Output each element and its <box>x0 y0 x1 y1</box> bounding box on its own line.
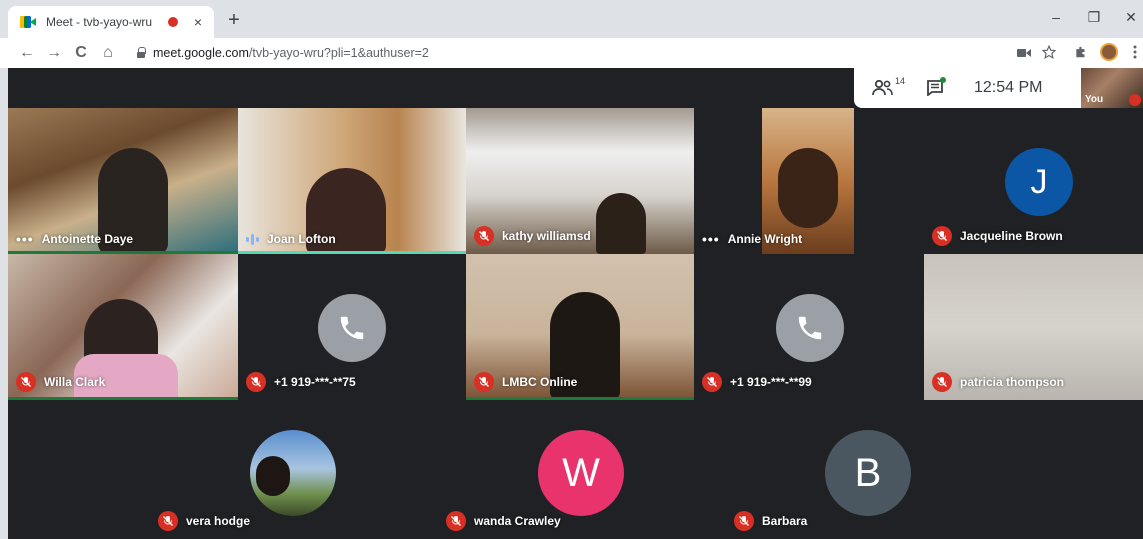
bookmark-star-icon[interactable] <box>1041 44 1057 61</box>
phone-icon <box>776 294 844 362</box>
participants-button[interactable]: 14 <box>866 68 906 108</box>
mic-off-icon <box>702 372 722 392</box>
participant-name: Barbara <box>762 514 808 528</box>
forward-button[interactable]: → <box>45 44 63 62</box>
participant-name: kathy williamsd <box>502 229 591 243</box>
participant-label: patricia thompson <box>932 372 1064 392</box>
more-options-icon[interactable]: ••• <box>16 232 34 246</box>
participant-label: ••• Antoinette Daye <box>16 232 133 246</box>
participant-name: Jacqueline Brown <box>960 229 1063 243</box>
meet-call-area: 14 12:54 PM You ••• Antoinette Daye Joan… <box>8 68 1143 539</box>
chat-button[interactable] <box>920 68 952 108</box>
back-button[interactable]: ← <box>18 44 36 62</box>
browser-toolbar: ← → C ⌂ meet.google.com/tvb-yayo-wru?pli… <box>0 38 1143 68</box>
url-path: /tvb-yayo-wru?pli=1&authuser=2 <box>248 46 429 60</box>
reload-button[interactable]: C <box>72 44 90 62</box>
participant-tile[interactable]: LMBC Online <box>466 254 694 400</box>
participant-label: ••• Annie Wright <box>702 232 802 246</box>
browser-tab-strip: Meet - tvb-yayo-wru × + – ❐ ✕ <box>0 0 1143 38</box>
participant-tile[interactable]: +1 919-***-**75 <box>238 254 466 400</box>
participant-label: wanda Crawley <box>446 511 561 531</box>
mic-off-icon <box>474 372 494 392</box>
participant-label: Barbara <box>734 511 807 531</box>
mic-off-icon <box>932 226 952 246</box>
url-bar[interactable]: meet.google.com/tvb-yayo-wru?pli=1&authu… <box>153 46 429 60</box>
mic-off-icon <box>158 511 178 531</box>
audio-level-icon <box>246 233 259 245</box>
participant-name: vera hodge <box>186 514 251 528</box>
participant-label: +1 919-***-**99 <box>702 372 812 392</box>
lock-icon[interactable] <box>136 47 146 59</box>
participant-name: patricia thompson <box>960 375 1065 389</box>
mic-off-icon <box>446 511 466 531</box>
participant-tile[interactable]: W wanda Crawley <box>438 400 726 539</box>
participant-tile[interactable]: Joan Lofton <box>238 108 466 254</box>
participant-name: +1 919-***-**75 <box>274 375 356 389</box>
people-icon <box>872 80 893 96</box>
browser-tab-meet[interactable]: Meet - tvb-yayo-wru × <box>8 6 214 38</box>
new-tab-button[interactable]: + <box>224 10 244 30</box>
participant-name: Joan Lofton <box>267 232 336 246</box>
minimize-button[interactable]: – <box>1046 9 1066 25</box>
window-close-button[interactable]: ✕ <box>1121 9 1141 26</box>
profile-avatar[interactable] <box>1100 43 1118 61</box>
participant-tile[interactable]: ••• Antoinette Daye <box>8 108 238 254</box>
participant-avatar: J <box>1005 148 1073 216</box>
participant-label: Willa Clark <box>16 372 105 392</box>
participant-tile[interactable]: vera hodge <box>150 400 438 539</box>
participant-tile[interactable]: ••• Annie Wright <box>694 108 924 254</box>
new-message-indicator <box>940 77 946 83</box>
mic-off-icon <box>932 372 952 392</box>
participant-avatar: B <box>825 430 911 516</box>
participant-tile[interactable]: Willa Clark <box>8 254 238 400</box>
participant-label: Joan Lofton <box>246 232 336 246</box>
self-view-tile[interactable]: You <box>1081 68 1143 108</box>
participant-count: 14 <box>895 76 906 86</box>
participant-label: +1 919-***-**75 <box>246 372 356 392</box>
extensions-puzzle-icon[interactable] <box>1073 45 1089 61</box>
participant-name: Willa Clark <box>44 375 106 389</box>
recording-indicator-icon <box>168 17 178 27</box>
participant-tile[interactable]: J Jacqueline Brown <box>924 108 1143 254</box>
mic-off-icon <box>246 372 266 392</box>
participant-name: LMBC Online <box>502 375 578 389</box>
tab-title: Meet - tvb-yayo-wru <box>46 15 153 29</box>
participant-avatar <box>250 430 336 516</box>
mic-off-icon <box>474 226 494 246</box>
self-muted-icon <box>1129 94 1141 106</box>
participant-tile[interactable]: kathy williamsd <box>466 108 694 254</box>
self-label: You <box>1085 94 1104 105</box>
phone-icon <box>318 294 386 362</box>
mic-off-icon <box>734 511 754 531</box>
home-button[interactable]: ⌂ <box>99 44 117 62</box>
meeting-clock: 12:54 PM <box>974 79 1043 96</box>
participant-avatar: W <box>538 430 624 516</box>
participant-name: Antoinette Daye <box>41 232 134 246</box>
participant-tile[interactable]: B Barbara <box>726 400 1014 539</box>
camera-indicator-icon[interactable] <box>1016 45 1032 61</box>
participant-label: kathy williamsd <box>474 226 591 246</box>
participant-name: Annie Wright <box>727 232 803 246</box>
participant-label: vera hodge <box>158 511 250 531</box>
participant-name: +1 919-***-**99 <box>730 375 812 389</box>
participant-label: Jacqueline Brown <box>932 226 1063 246</box>
participant-label: LMBC Online <box>474 372 577 392</box>
participant-tile[interactable]: patricia thompson <box>924 254 1143 400</box>
mic-off-icon <box>16 372 36 392</box>
participant-tile[interactable]: +1 919-***-**99 <box>694 254 924 400</box>
browser-menu-icon[interactable] <box>1127 45 1143 61</box>
url-host: meet.google.com <box>153 46 249 60</box>
call-info-bar: 14 12:54 PM <box>854 68 1081 108</box>
tab-close-button[interactable]: × <box>190 14 206 30</box>
restore-button[interactable]: ❐ <box>1084 9 1104 26</box>
more-options-icon[interactable]: ••• <box>702 232 720 246</box>
google-meet-favicon-icon <box>20 15 36 29</box>
participant-name: wanda Crawley <box>474 514 561 528</box>
